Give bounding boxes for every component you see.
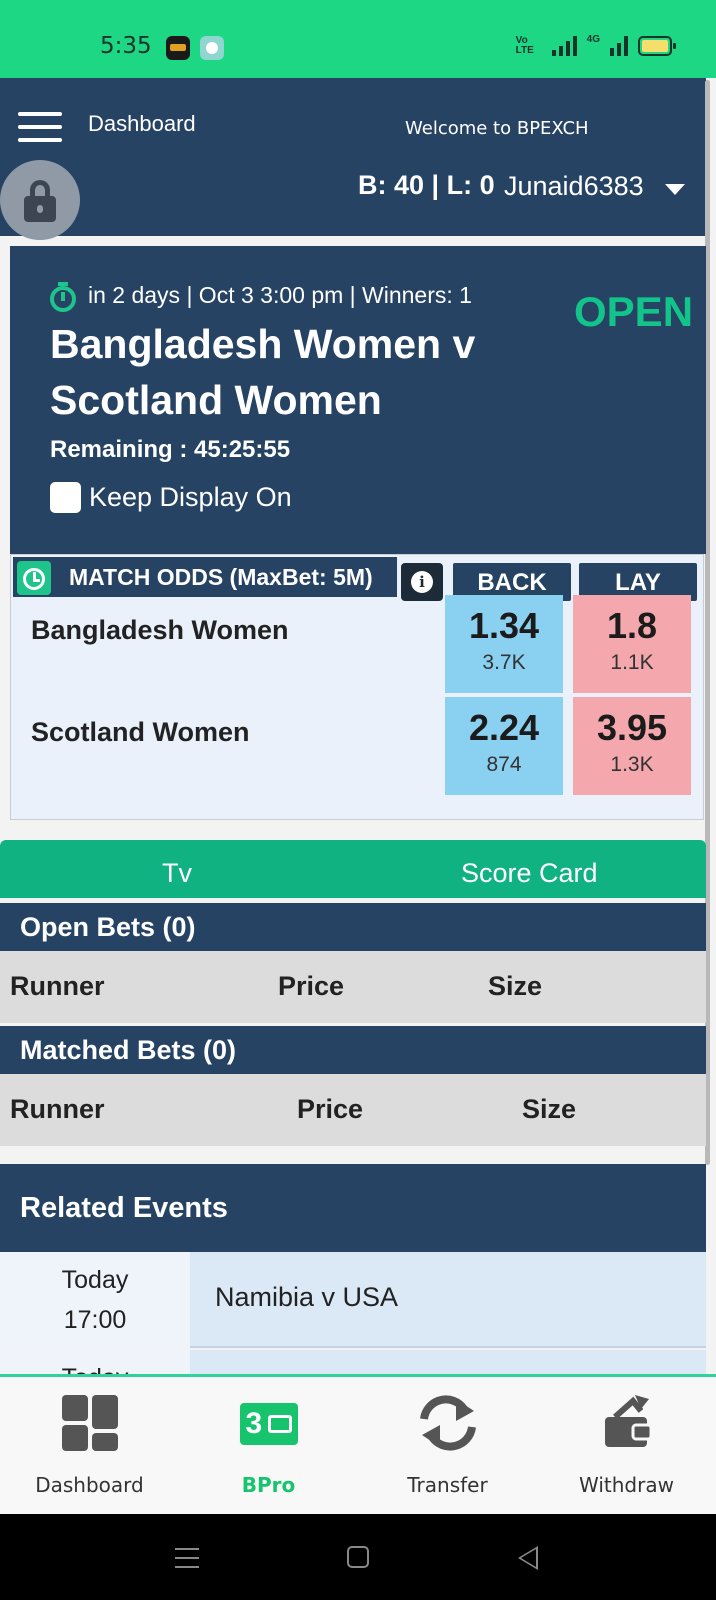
- balance-liability: B: 40 | L: 0: [358, 170, 495, 200]
- recent-apps-icon[interactable]: [175, 1548, 199, 1575]
- menu-icon[interactable]: [18, 112, 62, 142]
- event-time: 17:00: [63, 1306, 127, 1334]
- withdraw-icon: [604, 1395, 652, 1447]
- battery-icon: [638, 36, 676, 56]
- info-icon: i: [411, 571, 433, 593]
- nav-label: Dashboard: [35, 1473, 144, 1497]
- back-odds-cell[interactable]: 1.34 3.7K: [445, 595, 563, 693]
- lay-price: 3.95: [596, 707, 668, 748]
- lay-odds-cell[interactable]: 3.95 1.3K: [573, 697, 691, 795]
- match-meta: in 2 days | Oct 3 3:00 pm | Winners: 1: [88, 282, 472, 308]
- alarm-clock-icon: [17, 561, 51, 595]
- nav-label: Transfer: [407, 1473, 488, 1497]
- back-price: 1.34: [468, 605, 540, 646]
- chat-notification-icon: [200, 36, 224, 60]
- lock-button[interactable]: [0, 160, 80, 240]
- nav-bpro[interactable]: 3 BPro: [179, 1377, 358, 1514]
- remaining-time: Remaining : 45:25:55: [50, 436, 291, 463]
- nav-label: BPro: [241, 1473, 296, 1497]
- transfer-icon: [419, 1395, 476, 1451]
- open-bets-columns: Runner Price Size: [0, 951, 706, 1023]
- back-odds-cell[interactable]: 2.24 874: [445, 697, 563, 795]
- column-runner: Runner: [10, 1094, 105, 1124]
- match-odds-panel: MATCH ODDS (MaxBet: 5M) i BACK LAY Bangl…: [10, 554, 704, 820]
- welcome-text: Welcome to BPEXCH: [405, 118, 589, 139]
- lay-price: 1.8: [606, 605, 658, 646]
- info-button[interactable]: i: [401, 563, 443, 601]
- odds-title: MATCH ODDS (MaxBet: 5M): [69, 564, 373, 590]
- matched-bets-header[interactable]: Matched Bets (0): [0, 1026, 706, 1074]
- signal-icon-2: [610, 34, 628, 56]
- column-size: Size: [522, 1094, 577, 1124]
- back-price: 2.24: [468, 707, 540, 748]
- status-time: 5:35: [100, 33, 152, 59]
- volte-icon: Vo LTE: [515, 35, 534, 56]
- status-bar: 5:35 Vo LTE 4G: [0, 0, 716, 78]
- market-status: OPEN: [574, 288, 694, 335]
- media-tabs: Tv Score Card: [0, 840, 706, 898]
- keep-display-checkbox[interactable]: [50, 482, 81, 513]
- signal-icon: [551, 34, 577, 56]
- network-type: 4G: [586, 34, 600, 45]
- home-icon[interactable]: [347, 1546, 369, 1568]
- nav-dashboard[interactable]: Dashboard: [0, 1377, 179, 1514]
- system-navigation-bar: [0, 1514, 716, 1600]
- app-header: Dashboard Welcome to BPEXCH B: 40 | L: 0…: [0, 78, 706, 240]
- event-day: Today: [61, 1266, 129, 1294]
- event-name: Namibia v USA: [215, 1282, 399, 1312]
- lay-size: 1.3K: [610, 753, 654, 776]
- event-date: Today 17:00: [0, 1252, 190, 1348]
- back-size: 874: [486, 753, 522, 776]
- column-price: Price: [278, 971, 345, 1001]
- stopwatch-icon: [50, 282, 76, 312]
- nav-withdraw[interactable]: Withdraw: [537, 1377, 716, 1514]
- column-runner: Runner: [10, 971, 105, 1001]
- matched-bets-columns: Runner Price Size: [0, 1074, 706, 1146]
- lay-odds-cell[interactable]: 1.8 1.1K: [573, 595, 691, 693]
- username[interactable]: Junaid6383: [504, 171, 644, 202]
- odds-header: MATCH ODDS (MaxBet: 5M): [13, 557, 397, 597]
- status-indicators: Vo LTE 4G: [515, 34, 676, 56]
- tab-tv[interactable]: Tv: [162, 858, 192, 889]
- nav-transfer[interactable]: Transfer: [358, 1377, 537, 1514]
- related-events-header: Related Events: [0, 1164, 706, 1252]
- match-title: Bangladesh Women v Scotland Women: [50, 321, 476, 423]
- open-bets-header[interactable]: Open Bets (0): [0, 903, 706, 951]
- column-size: Size: [488, 971, 543, 1001]
- tab-score-card[interactable]: Score Card: [461, 858, 598, 889]
- caret-down-icon[interactable]: [665, 184, 685, 195]
- keep-display-toggle[interactable]: Keep Display On: [50, 482, 292, 513]
- keep-display-label: Keep Display On: [89, 482, 292, 512]
- runner-name: Scotland Women: [31, 717, 250, 747]
- back-size: 3.7K: [482, 651, 526, 674]
- nav-label: Withdraw: [579, 1473, 674, 1497]
- match-card: in 2 days | Oct 3 3:00 pm | Winners: 1 O…: [10, 246, 706, 554]
- dashboard-icon: [58, 1391, 122, 1455]
- back-icon[interactable]: [518, 1546, 538, 1570]
- app-notification-icon: [166, 36, 190, 60]
- event-row[interactable]: Today 17:00 Namibia v USA: [0, 1252, 706, 1348]
- bottom-navigation: Dashboard 3 BPro Transfer Withdraw: [0, 1374, 716, 1514]
- header-title: Dashboard: [88, 111, 196, 136]
- column-price: Price: [297, 1094, 364, 1124]
- lay-size: 1.1K: [610, 651, 654, 674]
- runner-name: Bangladesh Women: [31, 615, 289, 645]
- bpro-icon: 3: [239, 1403, 298, 1445]
